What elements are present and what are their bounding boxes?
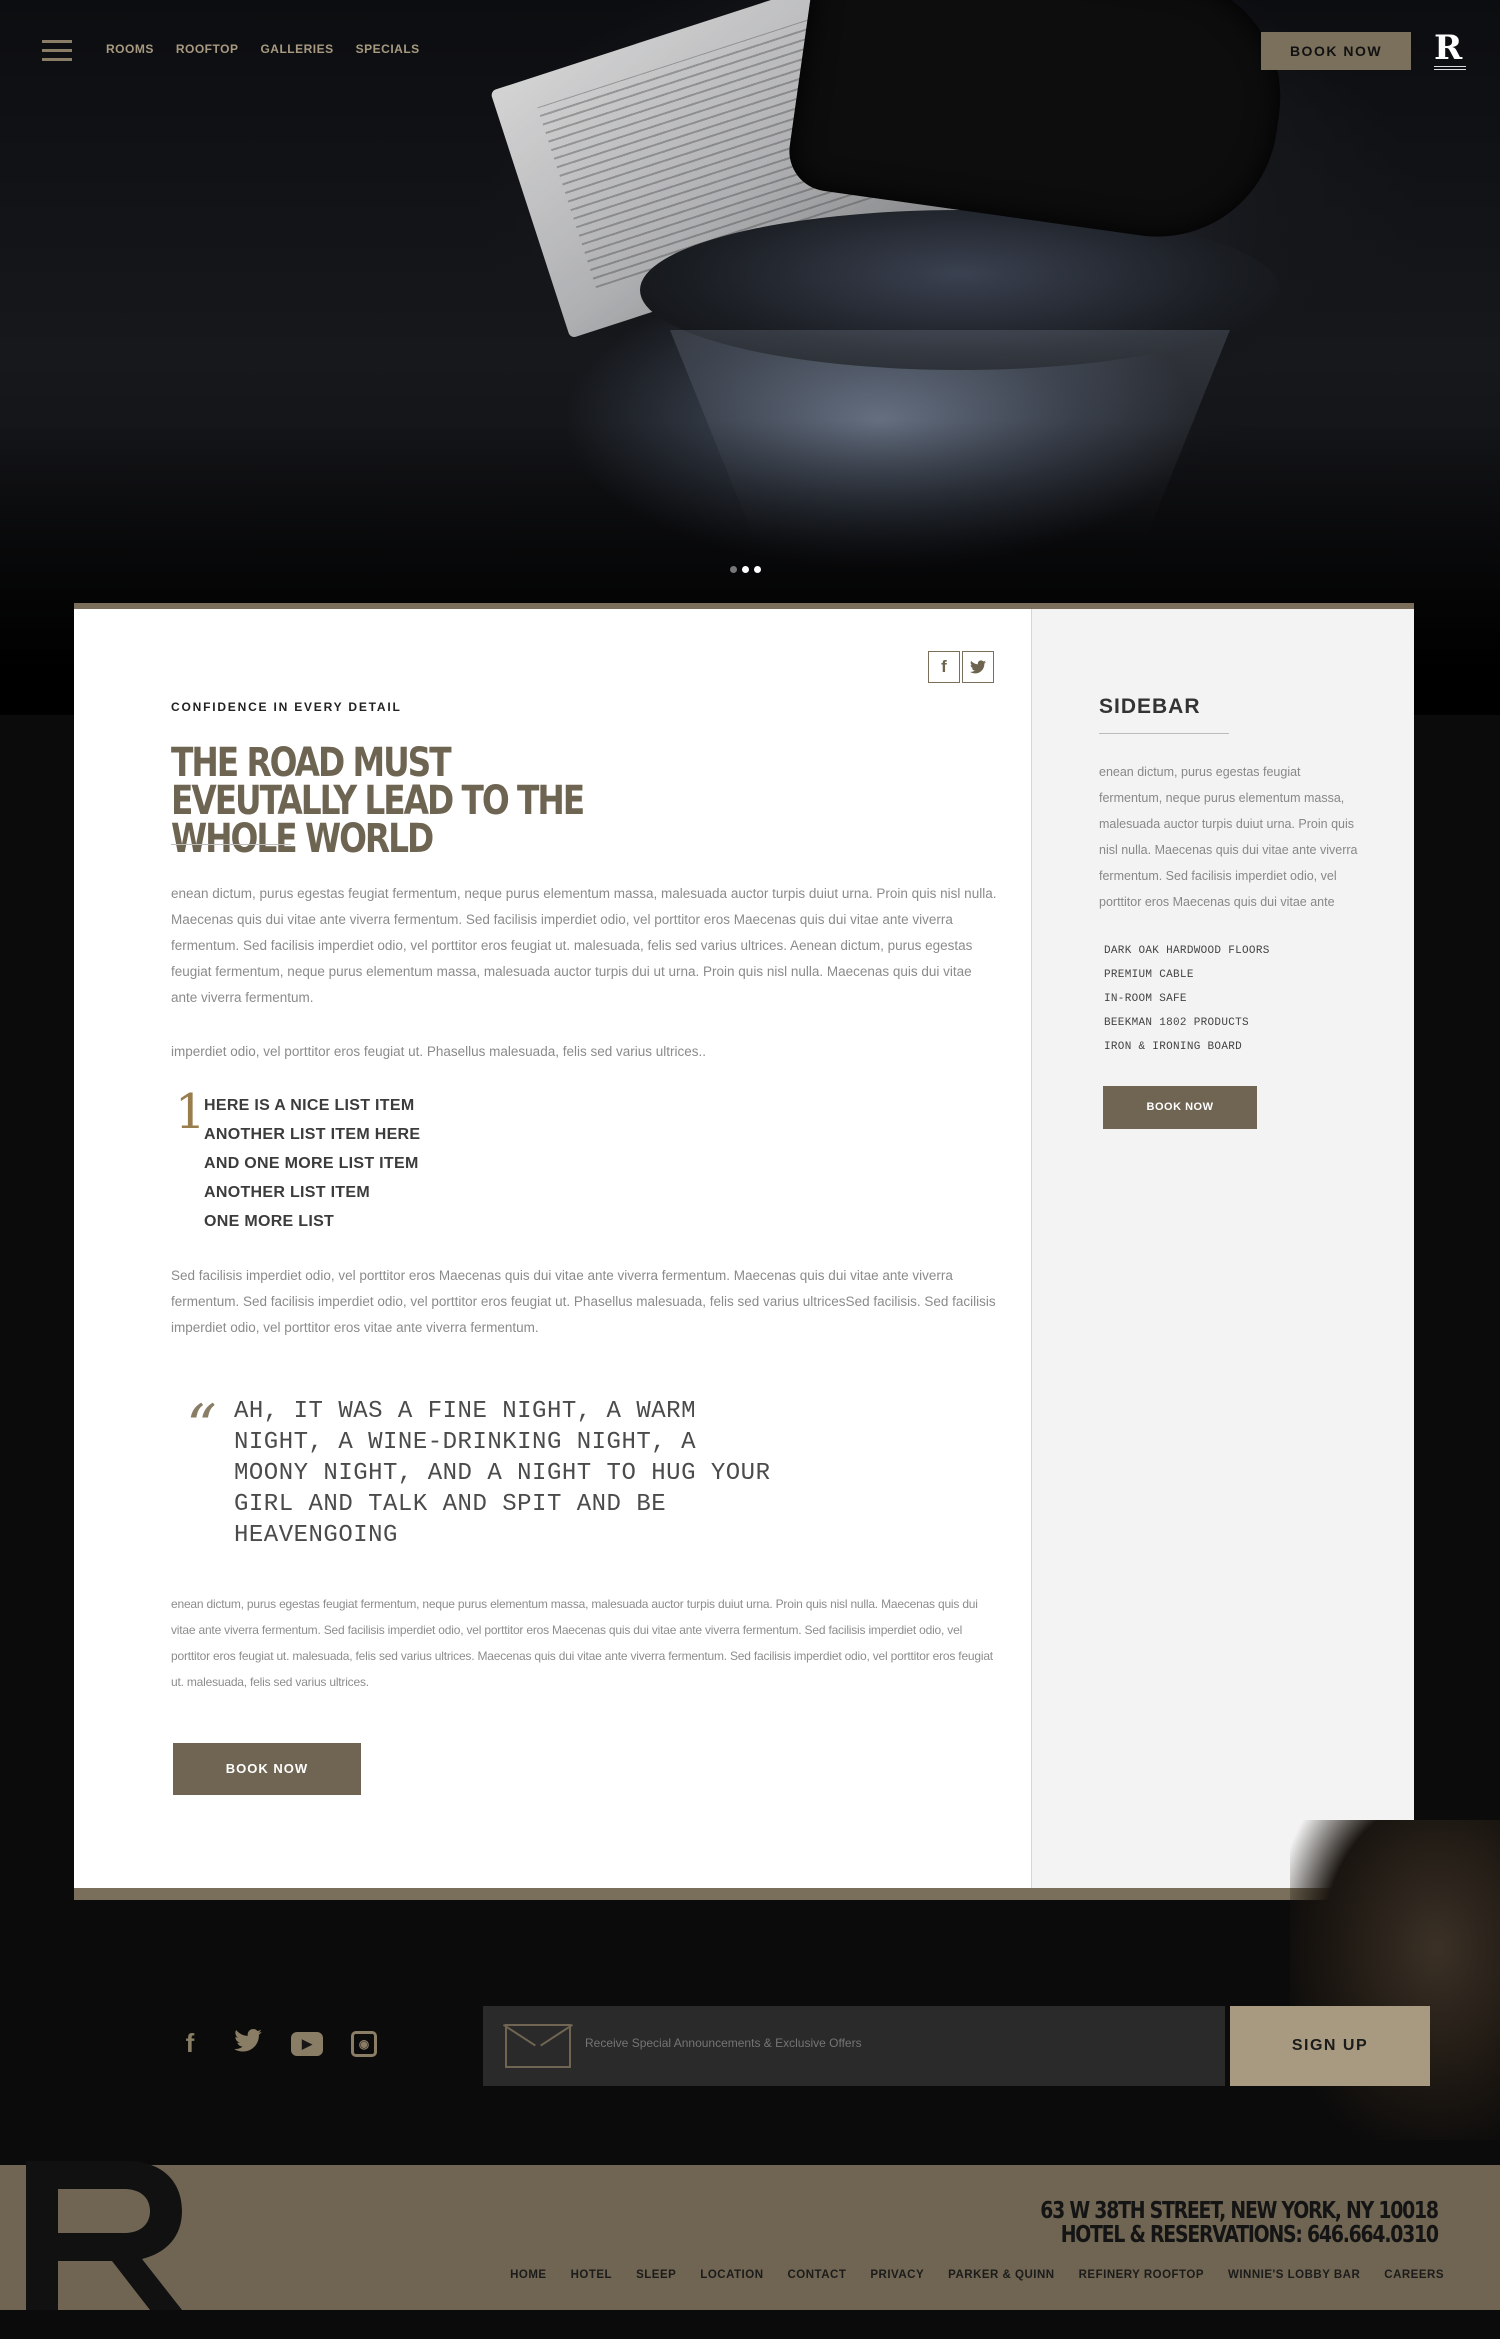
sidebar-book-now-button[interactable]: BOOK NOW — [1103, 1086, 1257, 1129]
article-headline: THE ROAD MUST EVEUTALLY LEAD TO THE WHOL… — [171, 740, 585, 862]
article-kicker: CONFIDENCE IN EVERY DETAIL — [171, 700, 402, 714]
slider-dot[interactable] — [754, 566, 761, 573]
sidebar-title: SIDEBAR — [1099, 695, 1201, 718]
instagram-icon[interactable]: ◉ — [351, 2030, 377, 2057]
phone-line: HOTEL & RESERVATIONS: 646.664.0310 — [1060, 2222, 1439, 2248]
logo[interactable]: R — [1434, 30, 1466, 70]
footer-link-home[interactable]: HOME — [510, 2269, 547, 2281]
list-number: 1 — [175, 1084, 206, 1140]
divider — [1099, 733, 1229, 734]
envelope-icon — [505, 2024, 571, 2068]
article-paragraph: enean dictum, purus egestas feugiat ferm… — [171, 886, 997, 1005]
book-now-button[interactable]: BOOK NOW — [173, 1743, 361, 1795]
newsletter-form — [483, 2006, 1225, 2086]
amenity-item: IRON & IRONING BOARD — [1104, 1041, 1243, 1053]
slider-dot[interactable] — [730, 566, 737, 573]
top-nav: ROOMS ROOFTOP GALLERIES SPECIALS BOOK NO… — [0, 0, 1500, 100]
logo-mark — [26, 2161, 182, 2310]
amenity-item: IN-ROOM SAFE — [1104, 993, 1187, 1005]
menu-icon[interactable] — [42, 40, 72, 62]
footer-link-privacy[interactable]: PRIVACY — [870, 2269, 924, 2281]
sidebar-text: enean dictum, purus egestas feugiat ferm… — [1099, 765, 1358, 909]
share-buttons: f — [928, 651, 994, 683]
list-item: AND ONE MORE LIST ITEM — [204, 1155, 419, 1172]
sign-up-button[interactable]: SIGN UP — [1230, 2006, 1430, 2086]
twitter-share-icon[interactable] — [962, 651, 994, 683]
slider-dot[interactable] — [742, 566, 749, 573]
list-item: ANOTHER LIST ITEM HERE — [204, 1126, 421, 1143]
amenities-list: DARK OAK HARDWOOD FLOORS PREMIUM CABLE I… — [1104, 939, 1270, 1059]
list-item: ANOTHER LIST ITEM — [204, 1184, 370, 1201]
article-paragraph: enean dictum, purus egestas feugiat ferm… — [171, 1597, 993, 1689]
amenity-item: BEEKMAN 1802 PRODUCTS — [1104, 1017, 1249, 1029]
nav-rooms[interactable]: ROOMS — [106, 42, 154, 56]
amenity-item: PREMIUM CABLE — [1104, 969, 1194, 981]
twitter-icon[interactable] — [233, 2028, 263, 2059]
main-nav: ROOMS ROOFTOP GALLERIES SPECIALS — [106, 42, 420, 56]
footer-social: f ▶ ◉ — [175, 2028, 377, 2059]
footer-link-refinery-rooftop[interactable]: REFINERY ROOFTOP — [1079, 2269, 1204, 2281]
footer-nav: HOME HOTEL SLEEP LOCATION CONTACT PRIVAC… — [510, 2269, 1444, 2281]
footer-link-location[interactable]: LOCATION — [700, 2269, 763, 2281]
divider — [171, 844, 291, 845]
footer-link-hotel[interactable]: HOTEL — [571, 2269, 612, 2281]
content-card: f CONFIDENCE IN EVERY DETAIL THE ROAD MU… — [74, 603, 1414, 1900]
article-paragraph: imperdiet odio, vel porttitor eros feugi… — [171, 1044, 707, 1059]
address-line: 63 W 38TH STREET, NEW YORK, NY 10018 — [1040, 2198, 1439, 2224]
nav-rooftop[interactable]: ROOFTOP — [176, 42, 239, 56]
footer-link-sleep[interactable]: SLEEP — [636, 2269, 676, 2281]
amenity-item: DARK OAK HARDWOOD FLOORS — [1104, 945, 1270, 957]
facebook-share-icon[interactable]: f — [928, 651, 960, 683]
footer-band: 63 W 38TH STREET, NEW YORK, NY 10018 HOT… — [0, 2161, 1500, 2310]
nav-specials[interactable]: SPECIALS — [356, 42, 420, 56]
pull-quote: AH, IT WAS A FINE NIGHT, A WARM NIGHT, A… — [234, 1398, 771, 1549]
facebook-icon[interactable]: f — [175, 2028, 205, 2059]
article-paragraph: Sed facilisis imperdiet odio, vel portti… — [171, 1268, 996, 1335]
list-item: HERE IS A NICE LIST ITEM — [204, 1097, 415, 1114]
list-item: ONE MORE LIST — [204, 1213, 335, 1230]
telephone-photo — [1290, 1820, 1500, 2140]
sidebar: SIDEBAR enean dictum, purus egestas feug… — [1031, 609, 1414, 1888]
newsletter-email-input[interactable] — [585, 2036, 1185, 2050]
footer-link-winnies-lobby-bar[interactable]: WINNIE'S LOBBY BAR — [1228, 2269, 1360, 2281]
footer-link-contact[interactable]: CONTACT — [788, 2269, 847, 2281]
slider-dots — [730, 566, 761, 573]
footer-link-parker-quinn[interactable]: PARKER & QUINN — [948, 2269, 1054, 2281]
feature-list: HERE IS A NICE LIST ITEM ANOTHER LIST IT… — [204, 1091, 420, 1236]
youtube-icon[interactable]: ▶ — [291, 2031, 323, 2056]
quote-icon: “ — [186, 1392, 217, 1462]
nav-galleries[interactable]: GALLERIES — [260, 42, 333, 56]
address: 63 W 38TH STREET, NEW YORK, NY 10018 HOT… — [1040, 2198, 1439, 2248]
footer-link-careers[interactable]: CAREERS — [1384, 2269, 1444, 2281]
book-now-button-header[interactable]: BOOK NOW — [1261, 32, 1411, 70]
